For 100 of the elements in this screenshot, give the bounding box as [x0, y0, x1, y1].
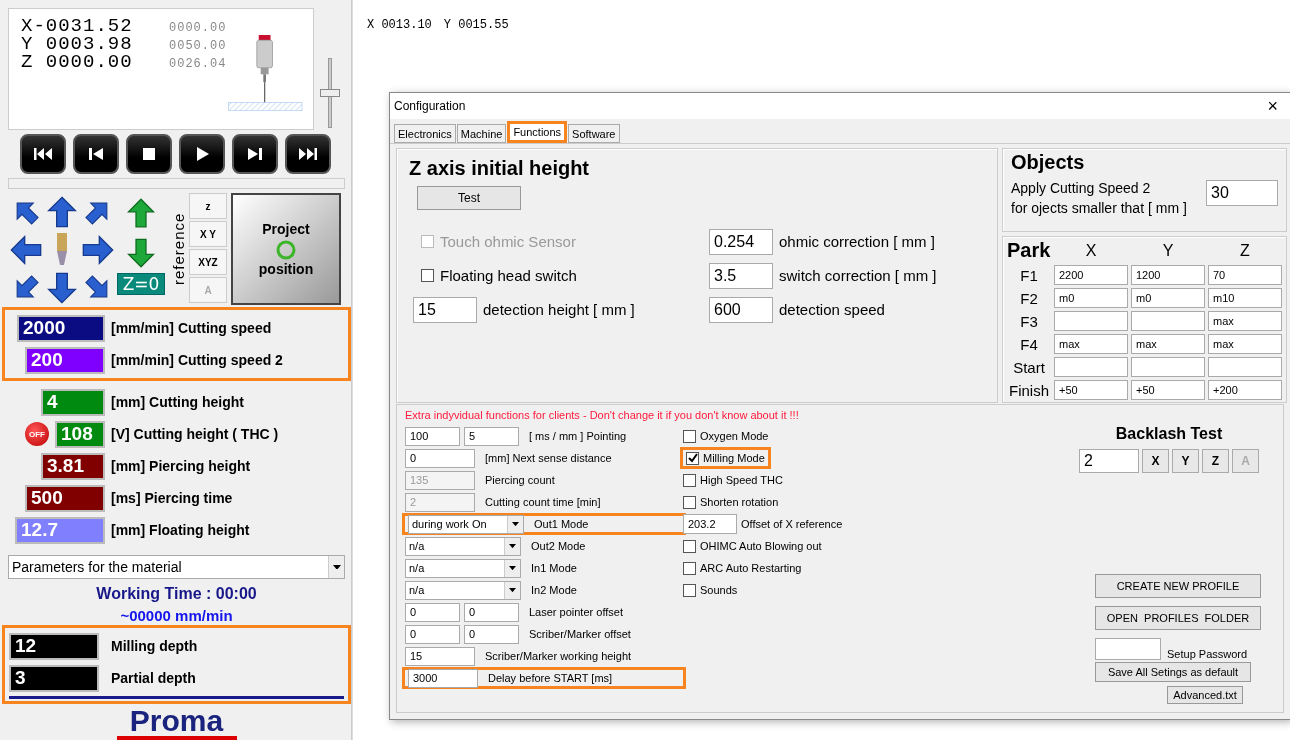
field-label: Scriber/Marker working height	[485, 650, 632, 662]
value-field[interactable]: 2000	[17, 314, 105, 342]
input-field[interactable]: 3.5	[709, 262, 773, 289]
input-field[interactable]: 1200	[1131, 265, 1205, 285]
project-position-button[interactable]: Project position	[231, 193, 341, 306]
play-button[interactable]	[179, 134, 225, 174]
advanced-button[interactable]: Advanced.txt	[1167, 686, 1243, 704]
parameter-label: Partial depth	[111, 670, 196, 686]
checkbox[interactable]	[421, 269, 434, 282]
reference-button[interactable]: z	[189, 193, 227, 220]
input-field[interactable]: 3000	[408, 668, 478, 688]
cursor-coordinate: Y 0015.55	[443, 18, 509, 32]
value-field[interactable]: 500	[25, 484, 105, 512]
step-back-button[interactable]	[73, 134, 119, 174]
arrow-up-icon[interactable]	[46, 196, 78, 229]
input-field[interactable]: 100	[405, 426, 460, 446]
profile-button[interactable]: CREATE NEW PROFILE	[1095, 574, 1261, 598]
value-field[interactable]: 3.81	[41, 452, 105, 480]
logo: Proma	[116, 706, 237, 740]
input-field[interactable]: 30	[1206, 180, 1278, 206]
input-field[interactable]: 0	[464, 602, 519, 622]
tab[interactable]: Electronics	[394, 124, 456, 143]
arrow-left-icon[interactable]	[10, 234, 42, 267]
caret-icon	[509, 587, 516, 593]
axis-button[interactable]: Z	[1202, 449, 1229, 473]
checkbox-label: Sounds	[700, 584, 738, 596]
value-field[interactable]: 4	[41, 388, 105, 416]
input-field[interactable]: m10	[1208, 288, 1282, 308]
input-field[interactable]: max	[1131, 334, 1205, 354]
checkbox[interactable]	[683, 473, 696, 487]
input-field[interactable]: 0	[405, 602, 460, 622]
input-field[interactable]: 70	[1208, 265, 1282, 285]
objects-text: for ojects smaller that [ mm ]	[1011, 200, 1187, 216]
skip-to-end-button[interactable]	[285, 134, 331, 174]
arrow-down-icon[interactable]	[46, 272, 78, 305]
input-field[interactable]: 15	[413, 296, 477, 323]
input-field[interactable]: max	[1208, 334, 1282, 354]
save-defaults-button[interactable]: Save All Setings as default	[1095, 662, 1251, 682]
working-time: Working Time : 00:00	[95, 584, 258, 604]
input-field[interactable]: 2	[1079, 449, 1139, 473]
input-field[interactable]: +200	[1208, 380, 1282, 400]
checkbox[interactable]	[683, 561, 696, 575]
input-field[interactable]: m0	[1131, 288, 1205, 308]
slider-thumb[interactable]	[320, 89, 340, 97]
input-field[interactable]	[1208, 357, 1282, 377]
value-field[interactable]: 200	[25, 346, 105, 374]
zero-button[interactable]: Z=0	[117, 273, 165, 296]
input-field[interactable]: 0	[405, 448, 475, 468]
off-badge[interactable]: OFF	[25, 422, 49, 447]
feed-slider[interactable]	[320, 58, 340, 128]
tab[interactable]: Machine	[456, 124, 507, 143]
skip-to-start-button[interactable]	[20, 134, 66, 174]
parameter-label: [ms] Piercing time	[111, 490, 233, 507]
reference-button[interactable]: X Y	[189, 221, 227, 248]
input-field[interactable]: 15	[405, 646, 475, 666]
input-field[interactable]	[1131, 311, 1205, 331]
value-field[interactable]: 12	[9, 632, 99, 660]
password-field[interactable]	[1095, 638, 1161, 660]
input-field[interactable]: max	[1054, 334, 1128, 354]
material-dropdown[interactable]: Parameters for the material	[8, 555, 345, 579]
checkbox[interactable]	[683, 539, 696, 553]
input-field[interactable]: 600	[709, 296, 773, 323]
input-field[interactable]: +50	[1131, 380, 1205, 400]
close-button[interactable]: ×	[1263, 95, 1282, 117]
field-label: In2 Mode	[531, 584, 577, 596]
input-field[interactable]: m0	[1054, 288, 1128, 308]
input-field[interactable]	[1054, 311, 1128, 331]
input-field[interactable]	[1054, 357, 1128, 377]
input-field[interactable]: 0	[405, 624, 460, 644]
test-button[interactable]: Test	[417, 186, 521, 210]
axis-button[interactable]: Y	[1172, 449, 1199, 473]
input-field[interactable]: 5	[464, 426, 519, 446]
input-field[interactable]: 0	[464, 624, 519, 644]
checkbox-label: Milling Mode	[703, 452, 765, 464]
checkbox-label: High Speed THC	[700, 474, 783, 486]
input-field[interactable]	[1131, 357, 1205, 377]
input-field[interactable]: 203.2	[683, 514, 737, 534]
profile-button[interactable]: OPEN PROFILES FOLDER	[1095, 606, 1261, 630]
stop-button[interactable]	[126, 134, 172, 174]
checkbox[interactable]	[683, 583, 696, 597]
step-forward-button[interactable]	[232, 134, 278, 174]
checkbox[interactable]	[683, 429, 696, 443]
input-field[interactable]: 2200	[1054, 265, 1128, 285]
axis-button[interactable]: X	[1142, 449, 1169, 473]
reference-button[interactable]: XYZ	[189, 249, 227, 276]
checkbox[interactable]	[683, 495, 696, 509]
dropdown[interactable]: n/a	[405, 558, 521, 578]
dropdown[interactable]: n/a	[405, 580, 521, 600]
input-field[interactable]: +50	[1054, 380, 1128, 400]
value-field[interactable]: 108	[55, 420, 105, 448]
input-field[interactable]: 0.254	[709, 228, 773, 255]
value-field[interactable]: 3	[9, 664, 99, 692]
input-field[interactable]: max	[1208, 311, 1282, 331]
arrow-right-icon[interactable]	[82, 234, 114, 267]
tab[interactable]: Functions	[507, 121, 568, 143]
checkbox[interactable]	[686, 451, 699, 465]
caret-icon	[509, 565, 516, 571]
tab[interactable]: Software	[568, 124, 620, 143]
dropdown[interactable]: during work On	[408, 514, 524, 534]
dropdown[interactable]: n/a	[405, 536, 521, 556]
